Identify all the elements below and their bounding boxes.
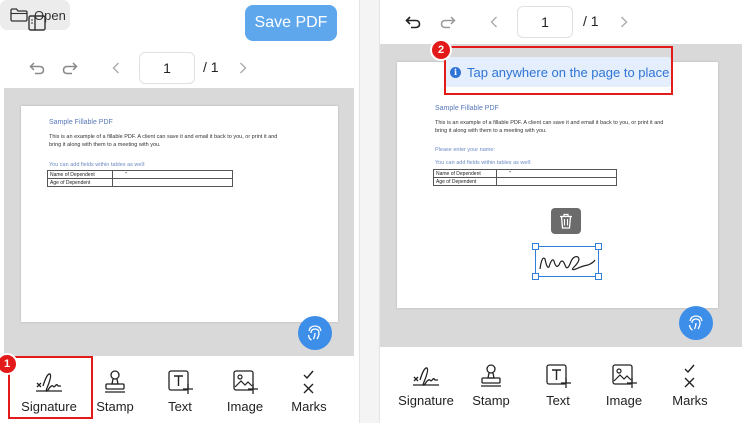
pdf-dependents-table: Name of Dependent " Age of Dependent	[433, 169, 617, 186]
stamp-icon	[105, 370, 125, 393]
next-page-button[interactable]	[612, 10, 636, 34]
tool-label: Marks	[672, 393, 708, 408]
page-total-label: / 1	[583, 13, 599, 29]
page-number-input[interactable]: 1	[517, 6, 573, 38]
step2-badge: 2	[430, 39, 452, 61]
next-page-button[interactable]	[231, 56, 255, 80]
pdf-page[interactable]: Sample Fillable PDF This is an example o…	[21, 106, 338, 322]
tool-label: Image	[605, 393, 643, 408]
tool-label: Signature	[398, 393, 454, 408]
text-icon	[546, 364, 571, 388]
tool-label: Stamp	[472, 393, 510, 408]
pdf-body-line: bring it along with them to a meeting wi…	[435, 128, 547, 134]
table-row: Age of Dependent	[433, 177, 617, 186]
tool-stamp[interactable]: Stamp	[468, 363, 514, 408]
fill-sign-fab[interactable]	[298, 316, 332, 350]
page-total-label: / 1	[203, 59, 219, 75]
resize-handle[interactable]	[532, 273, 539, 280]
panel-divider	[359, 0, 379, 423]
chevron-right-icon	[240, 62, 247, 74]
right-screen: 1 / 1 Sample Fillable PDF This is an exa…	[379, 0, 742, 423]
text-icon	[168, 370, 193, 394]
tool-signature[interactable]: Signature	[393, 363, 459, 408]
tool-image[interactable]: Image	[602, 363, 646, 408]
pdf-body-line: This is an example of a fillable PDF. A …	[49, 134, 278, 140]
pdf-dependents-table: Name of Dependent " Age of Dependent	[47, 170, 233, 187]
stamp-icon	[481, 364, 501, 387]
pdf-body-line: This is an example of a fillable PDF. A …	[435, 120, 664, 126]
signature-icon	[413, 367, 439, 386]
resize-handle[interactable]	[595, 243, 602, 250]
redo-button[interactable]	[58, 56, 82, 80]
prev-page-button[interactable]	[482, 10, 506, 34]
resize-handle[interactable]	[532, 243, 539, 250]
resize-handle[interactable]	[595, 273, 602, 280]
fingerprint-icon	[307, 325, 322, 341]
pdf-body-line: bring it along with them to a meeting wi…	[49, 142, 161, 148]
table-cell[interactable]: "	[112, 170, 233, 179]
tool-stamp[interactable]: Stamp	[91, 369, 139, 414]
pdf-page[interactable]: Sample Fillable PDF This is an example o…	[397, 62, 718, 308]
tool-label: Marks	[291, 399, 327, 414]
save-pdf-button[interactable]: Save PDF	[245, 5, 337, 41]
marks-icon	[303, 370, 314, 394]
undo-button[interactable]	[25, 56, 49, 80]
fingerprint-icon	[688, 315, 703, 331]
table-row: Name of Dependent "	[433, 169, 617, 178]
step2-highlight	[444, 46, 673, 95]
fill-sign-fab[interactable]	[679, 306, 713, 340]
tool-label: Image	[226, 399, 264, 414]
pdf-title: Sample Fillable PDF	[49, 119, 113, 126]
table-cell[interactable]	[112, 178, 233, 187]
placed-signature[interactable]	[532, 243, 602, 280]
pdf-viewer[interactable]: Sample Fillable PDF This is an example o…	[4, 88, 354, 356]
sidebar-toggle-button[interactable]	[20, 8, 54, 38]
chevron-left-icon	[112, 62, 119, 74]
table-cell: Age of Dependent	[433, 177, 497, 186]
pdf-body-text: This is an example of a fillable PDF. A …	[49, 133, 319, 149]
sidebar-icon	[28, 15, 46, 31]
tool-marks[interactable]: Marks	[287, 369, 331, 414]
pdf-name-prompt: Please enter your name:	[435, 147, 495, 153]
tool-text[interactable]: Text	[158, 369, 202, 414]
redo-icon	[62, 62, 78, 75]
undo-icon	[405, 16, 421, 29]
tool-label: Text	[546, 393, 570, 408]
table-row: Age of Dependent	[47, 178, 233, 187]
signature-scribble-icon	[539, 256, 596, 271]
table-cell: Age of Dependent	[47, 178, 113, 187]
image-icon	[612, 364, 637, 388]
redo-button[interactable]	[436, 10, 460, 34]
page-number-input[interactable]: 1	[139, 52, 195, 84]
image-icon	[233, 370, 258, 394]
tool-image[interactable]: Image	[223, 369, 267, 414]
pdf-body-text: This is an example of a fillable PDF. A …	[435, 119, 705, 135]
delete-signature-button[interactable]	[551, 208, 581, 234]
trash-icon	[560, 213, 572, 229]
table-cell: Name of Dependent	[433, 169, 497, 178]
step1-highlight	[8, 356, 93, 419]
marks-icon	[684, 364, 695, 388]
tool-label: Text	[168, 399, 192, 414]
table-cell[interactable]	[496, 177, 617, 186]
undo-icon	[29, 62, 45, 75]
prev-page-button[interactable]	[104, 56, 128, 80]
pdf-title: Sample Fillable PDF	[435, 105, 499, 112]
table-row: Name of Dependent "	[47, 170, 233, 179]
pdf-tables-note: You can add fields within tables as well…	[435, 160, 532, 166]
table-cell[interactable]: "	[496, 169, 617, 178]
redo-icon	[440, 16, 456, 29]
chevron-left-icon	[490, 16, 497, 28]
pdf-tables-note: You can add fields within tables as well…	[49, 162, 146, 168]
table-cell: Name of Dependent	[47, 170, 113, 179]
left-screen: Open Save PDF 1 / 1 Sample Fillable PDF …	[0, 0, 360, 423]
tool-text[interactable]: Text	[536, 363, 580, 408]
undo-button[interactable]	[401, 10, 425, 34]
chevron-right-icon	[621, 16, 628, 28]
tool-label: Stamp	[96, 399, 134, 414]
tool-marks[interactable]: Marks	[668, 363, 712, 408]
